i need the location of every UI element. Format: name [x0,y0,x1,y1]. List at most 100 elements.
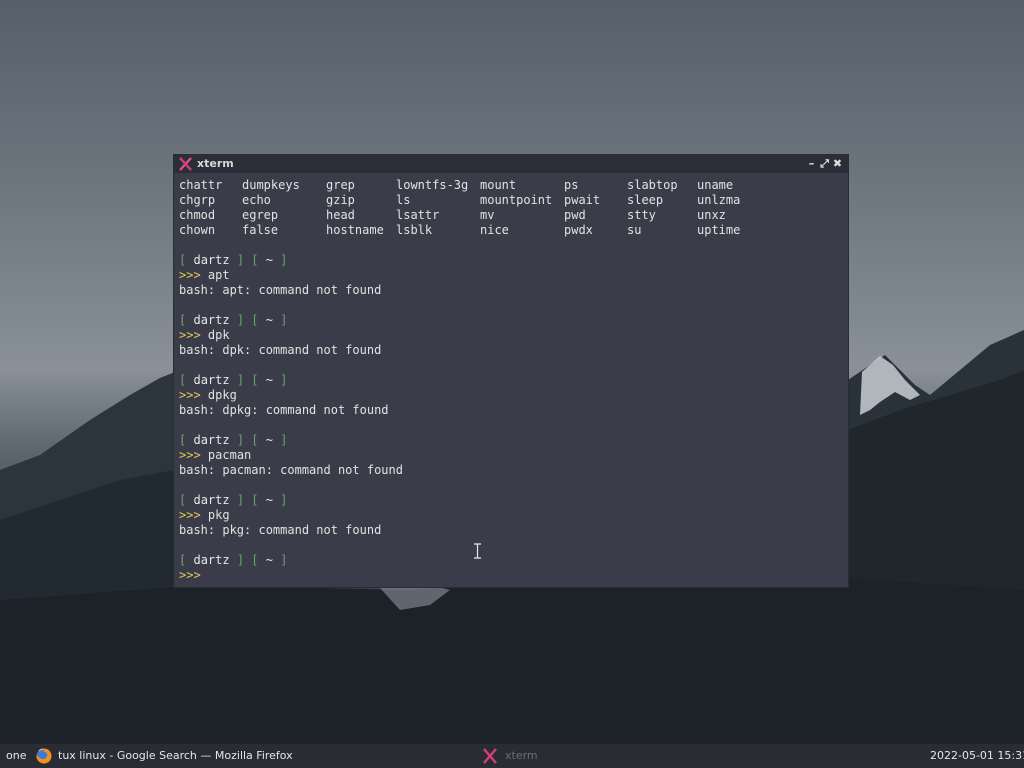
task-firefox[interactable]: tux linux - Google Search — Mozilla Fire… [58,744,293,768]
close-button[interactable]: ✖ [831,156,844,171]
prompt-dir: ~ [265,553,273,567]
ls-entry: pwd [564,208,586,222]
workspace-label[interactable]: one [6,744,26,768]
ls-entry: uptime [697,223,741,237]
prompt-bracket: ] [236,253,245,267]
prompt-user: dartz [193,313,230,327]
prompt-dir: ~ [265,253,273,267]
prompt-symbol: >>> [179,568,201,582]
clock: 2022-05-01 15:31 [930,749,1024,762]
xterm-icon [483,748,497,764]
ls-row: chattr dumpkeys grep lowntfs-3g mount ps slabt… [179,178,843,193]
prompt-dir: ~ [265,313,273,327]
command-output: bash: dpk: command not found [179,343,382,357]
ls-entry: chattr [179,178,223,192]
taskbar: one tux linux - Google Search — Mozilla … [0,744,1024,768]
prompt-bracket: [ [251,313,259,327]
prompt-bracket: ] [280,553,288,567]
prompt-symbol: >>> [179,448,201,462]
xterm-icon [179,157,192,171]
ls-entry: chown [179,223,216,237]
prompt-symbol: >>> [179,388,201,402]
command-text: dpk [207,328,230,342]
prompt-bracket: ] [280,313,288,327]
command-text: pkg [207,508,230,522]
ls-entry: lsattr [396,208,440,222]
xterm-window[interactable]: xterm – ⤢ ✖ chattr dumpkeys grep lowntfs-3g… [174,155,848,587]
ls-entry: mount [480,178,517,192]
prompt-dir: ~ [265,373,273,387]
ls-entry: gzip [326,193,355,207]
prompt-symbol: >>> [179,268,201,282]
restore-button[interactable]: ⤢ [818,156,831,171]
prompt-bracket: [ [251,433,259,447]
task-xterm[interactable]: xterm [505,744,538,768]
window-titlebar[interactable]: xterm – ⤢ ✖ [174,155,848,173]
ls-entry: unlzma [697,193,741,207]
ls-entry: head [326,208,355,222]
input-line: >>> [179,568,843,583]
prompt-bracket: ] [280,373,288,387]
command-line: >>> pkg [179,508,843,523]
ls-entry: sleep [627,193,664,207]
ls-entry: slabtop [627,178,678,192]
prompt-header: [ dartz ] [ ~ ] [179,253,843,268]
ls-entry: nice [480,223,509,237]
prompt-user: dartz [193,253,230,267]
ls-entry: ls [396,193,411,207]
ls-entry: mv [480,208,495,222]
window-title: xterm [197,157,234,170]
ls-entry: echo [242,193,271,207]
ls-entry: su [627,223,642,237]
prompt-bracket: [ [251,553,259,567]
prompt-bracket: ] [280,433,288,447]
command-output: bash: pacman: command not found [179,463,403,477]
prompt-symbol: >>> [179,508,201,522]
ls-entry: pwait [564,193,601,207]
ls-entry: hostname [326,223,384,237]
ls-entry: unxz [697,208,726,222]
prompt-bracket: ] [280,493,288,507]
command-line: >>> apt [179,268,843,283]
ls-entry: mountpoint [480,193,553,207]
command-output: bash: pkg: command not found [179,523,382,537]
ls-entry: ps [564,178,579,192]
command-line: >>> dpkg [179,388,843,403]
prompt-bracket: ] [236,433,245,447]
prompt-bracket: ] [236,493,245,507]
command-line: >>> dpk [179,328,843,343]
ls-entry: grep [326,178,355,192]
ls-entry: pwdx [564,223,593,237]
prompt-header: [ dartz ] [ ~ ] [179,313,843,328]
ls-entry: chgrp [179,193,216,207]
prompt-dir: ~ [265,493,273,507]
prompt-user: dartz [193,493,230,507]
ls-row: chmod egrep head lsattr mv pwd stty unxz [179,208,843,223]
prompt-bracket: [ [251,493,259,507]
ls-entry: lsblk [396,223,433,237]
ls-entry: chmod [179,208,216,222]
current-prompt[interactable]: [ dartz ] [ ~ ] >>> [179,538,843,583]
minimize-button[interactable]: – [805,156,818,171]
prompt-header: [ dartz ] [ ~ ] [179,433,843,448]
prompt-header: [ dartz ] [ ~ ] [179,493,843,508]
command-output: bash: dpkg: command not found [179,403,389,417]
prompt-user: dartz [193,433,230,447]
prompt-user: dartz [193,373,230,387]
ls-entry: false [242,223,279,237]
prompt-bracket: ] [236,553,245,567]
prompt-bracket: ] [236,313,245,327]
command-line: >>> pacman [179,448,843,463]
command-history: [ dartz ] [ ~ ] >>> apt bash: apt: command… [179,238,843,538]
prompt-bracket: [ [251,253,259,267]
ls-entry: dumpkeys [242,178,300,192]
prompt-bracket: ] [280,253,288,267]
prompt-header: [ dartz ] [ ~ ] [179,373,843,388]
ls-entry: egrep [242,208,279,222]
command-text: dpkg [207,388,237,402]
ls-entry: stty [627,208,656,222]
terminal-output[interactable]: chattr dumpkeys grep lowntfs-3g mount ps slabt… [179,178,843,583]
ls-row: chown false hostname lsblk nice pwdx su uptime [179,223,843,238]
firefox-icon [36,748,52,764]
ls-entry: lowntfs-3g [396,178,469,192]
